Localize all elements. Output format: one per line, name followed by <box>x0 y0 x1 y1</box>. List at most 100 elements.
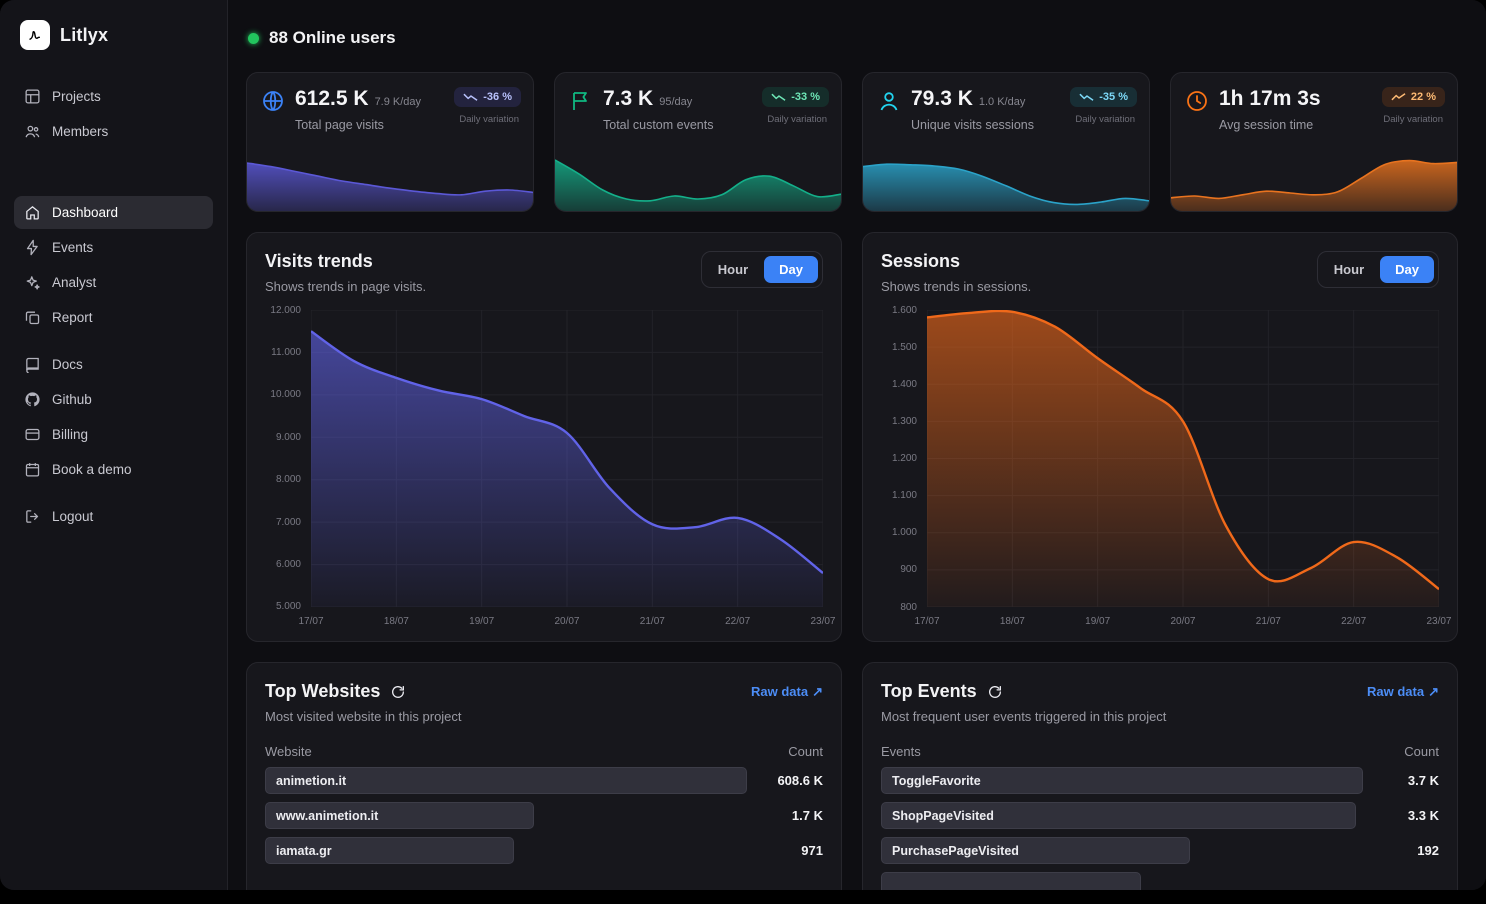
trend-up-icon <box>1391 92 1406 102</box>
raw-data-label: Raw data <box>751 684 808 699</box>
main-content: 88 Online users 612.5 K 7.9 K/day Total … <box>228 0 1486 890</box>
sidebar-item-book-a-demo[interactable]: Book a demo <box>14 453 213 486</box>
stat-card-total-page-visits: 612.5 K 7.9 K/day Total page visits -36 … <box>246 72 534 212</box>
sidebar: Litlyx Projects Members Dashboard Events… <box>0 0 228 890</box>
sidebar-item-label: Projects <box>52 89 101 104</box>
table-row[interactable]: PurchasePageVisited 192 <box>881 837 1439 864</box>
events-icon <box>24 239 41 256</box>
table-subtitle: Most visited website in this project <box>265 709 823 724</box>
sidebar-item-dashboard[interactable]: Dashboard <box>14 196 213 229</box>
row-count: 192 <box>1375 843 1439 858</box>
variation-badge: -35 % <box>1070 87 1137 107</box>
sidebar-item-members[interactable]: Members <box>14 115 213 148</box>
external-arrow-icon: ↗ <box>1428 684 1439 700</box>
stat-label: Total custom events <box>603 118 752 132</box>
sidebar-item-projects[interactable]: Projects <box>14 80 213 113</box>
chart-title: Sessions <box>881 251 1031 272</box>
user-icon <box>877 89 901 113</box>
sidebar-item-label: Events <box>52 240 93 255</box>
hour-day-toggle: Hour Day <box>701 251 823 288</box>
online-users-status: 88 Online users <box>248 28 1458 48</box>
y-axis-labels: 1.6001.5001.4001.3001.2001.1001.00090080… <box>881 310 927 607</box>
table-row[interactable]: ToggleFavorite 3.7 K <box>881 767 1439 794</box>
top-events-card: Top Events Raw data ↗ Most frequent user… <box>862 662 1458 890</box>
sidebar-item-github[interactable]: Github <box>14 383 213 416</box>
raw-data-label: Raw data <box>1367 684 1424 699</box>
sidebar-item-docs[interactable]: Docs <box>14 348 213 381</box>
stat-cards-row: 612.5 K 7.9 K/day Total page visits -36 … <box>246 72 1458 212</box>
table-row-partial <box>881 872 1439 890</box>
variation-badge: -33 % <box>762 87 829 107</box>
docs-icon <box>24 356 41 373</box>
table-row[interactable]: iamata.gr 971 <box>265 837 823 864</box>
sidebar-item-report[interactable]: Report <box>14 301 213 334</box>
row-count: 3.3 K <box>1375 808 1439 823</box>
sparkline-chart <box>555 151 841 211</box>
count-bar: ShopPageVisited <box>881 802 1356 829</box>
badge-value: 22 % <box>1411 91 1436 103</box>
sidebar-item-label: Report <box>52 310 93 325</box>
sidebar-spacer <box>14 336 213 348</box>
sparkline-chart <box>863 151 1149 211</box>
toggle-hour-button[interactable]: Hour <box>1322 256 1376 283</box>
row-name: PurchasePageVisited <box>892 844 1019 858</box>
row-name: iamata.gr <box>276 844 332 858</box>
column-header-name: Events <box>881 744 921 759</box>
x-axis-labels: 17/0718/0719/0720/0721/0722/0723/07 <box>927 607 1439 627</box>
row-count: 608.6 K <box>759 773 823 788</box>
column-header-count: Count <box>788 744 823 759</box>
raw-data-link[interactable]: Raw data ↗ <box>1367 684 1439 700</box>
refresh-icon[interactable] <box>390 684 406 700</box>
stat-label: Total page visits <box>295 118 444 132</box>
sidebar-item-billing[interactable]: Billing <box>14 418 213 451</box>
clock-icon <box>1185 89 1209 113</box>
sidebar-item-analyst[interactable]: Analyst <box>14 266 213 299</box>
tables-row: Top Websites Raw data ↗ Most visited web… <box>246 662 1458 890</box>
sidebar-item-label: Docs <box>52 357 83 372</box>
row-name: ShopPageVisited <box>892 809 994 823</box>
variation-badge: 22 % <box>1382 87 1445 107</box>
sidebar-item-label: Github <box>52 392 92 407</box>
raw-data-link[interactable]: Raw data ↗ <box>751 684 823 700</box>
stat-label: Avg session time <box>1219 118 1372 132</box>
members-icon <box>24 123 41 140</box>
table-subtitle: Most frequent user events triggered in t… <box>881 709 1439 724</box>
table-row[interactable]: animetion.it 608.6 K <box>265 767 823 794</box>
table-title: Top Events <box>881 681 977 702</box>
variation-label: Daily variation <box>459 114 519 125</box>
count-bar: PurchasePageVisited <box>881 837 1190 864</box>
badge-value: -36 % <box>483 91 512 103</box>
toggle-day-button[interactable]: Day <box>764 256 818 283</box>
row-name: animetion.it <box>276 774 346 788</box>
sidebar-spacer <box>14 150 213 196</box>
projects-icon <box>24 88 41 105</box>
sidebar-item-label: Billing <box>52 427 88 442</box>
app-name: Litlyx <box>60 25 108 46</box>
sidebar-item-events[interactable]: Events <box>14 231 213 264</box>
variation-label: Daily variation <box>1075 114 1135 125</box>
count-bar: animetion.it <box>265 767 747 794</box>
table-row[interactable]: www.animetion.it 1.7 K <box>265 802 823 829</box>
litlyx-logo-icon <box>20 20 50 50</box>
external-arrow-icon: ↗ <box>812 684 823 700</box>
sidebar-item-logout[interactable]: Logout <box>14 500 213 533</box>
github-icon <box>24 391 41 408</box>
toggle-day-button[interactable]: Day <box>1380 256 1434 283</box>
sidebar-item-label: Logout <box>52 509 93 524</box>
sidebar-item-label: Members <box>52 124 108 139</box>
refresh-icon[interactable] <box>987 684 1003 700</box>
flag-icon <box>569 89 593 113</box>
stat-value: 612.5 K <box>295 87 369 111</box>
app-window: Litlyx Projects Members Dashboard Events… <box>0 0 1486 890</box>
row-name: ToggleFavorite <box>892 774 981 788</box>
count-bar: www.animetion.it <box>265 802 534 829</box>
table-row[interactable]: ShopPageVisited 3.3 K <box>881 802 1439 829</box>
count-bar <box>881 872 1141 890</box>
sidebar-item-label: Book a demo <box>52 462 132 477</box>
dashboard-icon <box>24 204 41 221</box>
variation-badge: -36 % <box>454 87 521 107</box>
toggle-hour-button[interactable]: Hour <box>706 256 760 283</box>
visits-trends-card: Visits trends Shows trends in page visit… <box>246 232 842 642</box>
online-users-label: 88 Online users <box>269 28 396 48</box>
top-websites-card: Top Websites Raw data ↗ Most visited web… <box>246 662 842 890</box>
